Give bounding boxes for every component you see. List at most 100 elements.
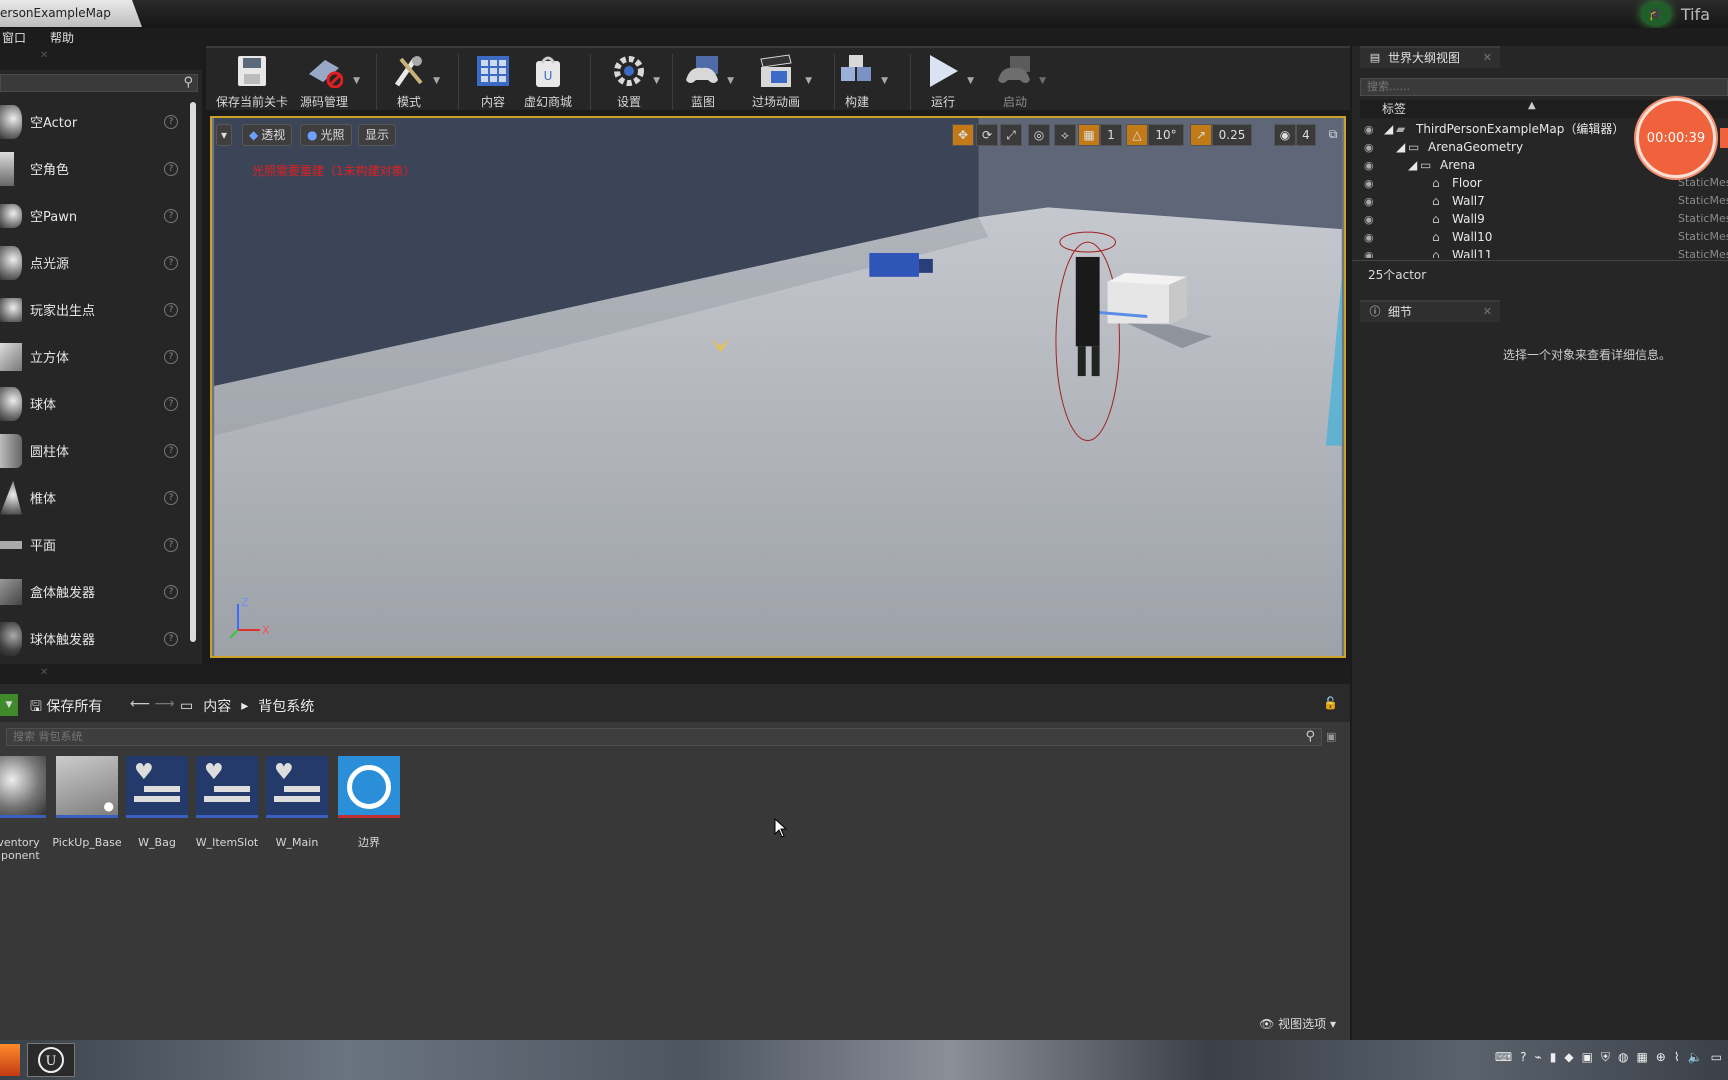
place-item-box-trigger[interactable]: 盒体触发器? [0, 568, 186, 615]
menu-window[interactable]: 窗口 [2, 29, 26, 46]
breadcrumb-separator-icon[interactable]: ▸ [241, 698, 248, 714]
tray-icon[interactable]: ⌁ [1535, 1050, 1542, 1065]
battery-icon[interactable]: ▮ [1550, 1050, 1557, 1065]
view-options-button[interactable]: 👁 视图选项 ▾ [1259, 1015, 1336, 1032]
menu-help[interactable]: 帮助 [50, 29, 74, 46]
save-search-icon[interactable]: ▣ [1326, 730, 1336, 743]
chevron-down-icon[interactable]: ▼ [1039, 76, 1046, 86]
visibility-eye-icon[interactable]: ◉ [1364, 229, 1374, 247]
keyboard-icon[interactable]: ⌨ [1495, 1050, 1512, 1065]
visibility-eye-icon[interactable]: ◉ [1364, 121, 1374, 139]
viewport-options-button[interactable]: ▾ [216, 124, 233, 146]
asset-tile[interactable]: ♥ W_Main [262, 756, 332, 849]
chevron-down-icon[interactable]: ▼ [881, 76, 888, 86]
rotate-icon[interactable]: ⟳ [976, 124, 998, 146]
blueprints-button[interactable]: 蓝图 ▼ [684, 52, 734, 110]
launch-button[interactable]: 启动 ▼ [996, 52, 1046, 110]
rotation-snap-value[interactable]: 10° [1148, 124, 1184, 146]
help-icon[interactable]: ? [164, 161, 178, 176]
gpu-icon[interactable]: ▦ [1636, 1050, 1647, 1065]
app-tray-icon[interactable]: ◆ [1564, 1050, 1573, 1065]
close-icon[interactable]: ✕ [40, 50, 48, 61]
cinematics-button[interactable]: 过场动画 ▼ [752, 52, 812, 110]
place-item-cylinder[interactable]: 圆柱体? [0, 427, 186, 474]
visibility-eye-icon[interactable]: ◉ [1364, 157, 1374, 175]
lock-icon[interactable]: 🔓 [1323, 696, 1338, 710]
tree-row[interactable]: ◉ ⌂ Wall11 StaticMes [1360, 246, 1728, 258]
place-item-empty-pawn[interactable]: 空Pawn? [0, 192, 186, 239]
build-button[interactable]: 构建 ▼ [838, 52, 888, 110]
close-icon[interactable]: ✕ [40, 667, 48, 678]
add-icon[interactable]: ⊕ [1656, 1050, 1666, 1065]
close-icon[interactable]: ✕ [1483, 48, 1492, 68]
forward-arrow-icon[interactable]: ⟶ [155, 696, 175, 712]
help-icon[interactable]: ? [164, 584, 178, 599]
asset-tile[interactable]: ♥ W_ItemSlot [192, 756, 262, 849]
sort-ascending-icon[interactable]: ▲ [1528, 97, 1536, 115]
settings-button[interactable]: 设置 ▼ [610, 52, 660, 110]
expand-arrow-icon[interactable]: ◢ [1384, 120, 1393, 138]
camera-speed-value[interactable]: 4 [1296, 124, 1316, 146]
help-icon[interactable]: ? [164, 114, 178, 129]
place-search-input[interactable]: ⚲ [0, 74, 198, 92]
chevron-down-icon[interactable]: ▼ [727, 76, 734, 86]
help-icon[interactable]: ? [164, 490, 178, 505]
place-item-player-start[interactable]: 玩家出生点? [0, 286, 186, 333]
chevron-down-icon[interactable]: ▼ [967, 76, 974, 86]
help-icon[interactable]: ? [164, 302, 178, 317]
world-globe-icon[interactable]: ◎ [1028, 124, 1050, 146]
save-current-button[interactable]: 保存当前关卡 [216, 52, 288, 110]
grid-size-value[interactable]: 1 [1100, 124, 1122, 146]
breadcrumb-content[interactable]: 内容 [203, 696, 231, 716]
place-item-cone[interactable]: 椎体? [0, 474, 186, 521]
visibility-eye-icon[interactable]: ◉ [1364, 175, 1374, 193]
notification-icon[interactable]: ▭ [1711, 1050, 1722, 1065]
scale-icon[interactable]: ⤢ [1000, 124, 1022, 146]
place-item-sphere-trigger[interactable]: 球体触发器? [0, 615, 186, 662]
modes-button[interactable]: 模式 ▼ [390, 52, 440, 110]
maximize-viewport-icon[interactable]: ⧉ [1324, 124, 1342, 146]
visibility-eye-icon[interactable]: ◉ [1364, 247, 1374, 258]
graduation-cap-icon[interactable]: 🎓 [1640, 2, 1671, 26]
visibility-eye-icon[interactable]: ◉ [1364, 211, 1374, 229]
tree-row[interactable]: ◉ ⌂ Wall10 StaticMes [1360, 228, 1728, 246]
content-button[interactable]: 内容 [474, 52, 512, 110]
tree-row[interactable]: ◉ ⌂ Wall9 StaticMes [1360, 210, 1728, 228]
help-icon[interactable]: ? [164, 537, 178, 552]
visibility-eye-icon[interactable]: ◉ [1364, 139, 1374, 157]
taskbar-app-icon[interactable] [0, 1044, 20, 1076]
screen-recorder-timer[interactable]: 00:00:39 [1636, 98, 1716, 178]
volume-icon[interactable]: 🔈 [1688, 1050, 1703, 1065]
tab-world-outliner[interactable]: ▤ 世界大纲视图 ✕ [1360, 46, 1500, 68]
grid-snap-icon[interactable]: ▦ [1078, 124, 1100, 146]
place-item-empty-actor[interactable]: 空Actor? [0, 98, 186, 145]
asset-tile[interactable]: nventory mponent [0, 756, 50, 862]
level-tab[interactable]: ersonExampleMap [0, 0, 142, 27]
show-button[interactable]: 显示 [358, 124, 397, 146]
save-all-button[interactable]: 🖫 保存所有 [30, 696, 102, 720]
help-icon[interactable]: ? [164, 396, 178, 411]
chevron-down-icon[interactable]: ▼ [353, 76, 360, 86]
wechat-icon[interactable]: ◍ [1618, 1050, 1628, 1065]
help-icon[interactable]: ? [164, 208, 178, 223]
close-icon[interactable]: ✕ [1483, 302, 1492, 322]
network-icon[interactable]: ⌇ [1674, 1050, 1680, 1065]
asset-tile[interactable]: 边界 [334, 756, 404, 849]
play-button[interactable]: 运行 ▼ [924, 52, 974, 110]
scale-snap-icon[interactable]: ↗ [1190, 124, 1212, 146]
add-new-button[interactable]: ▼ [0, 694, 18, 716]
place-item-plane[interactable]: 平面? [0, 521, 186, 568]
chevron-down-icon[interactable]: ▼ [433, 76, 440, 86]
asset-tile[interactable]: ♥ W_Bag [122, 756, 192, 849]
help-icon[interactable]: ? [164, 631, 178, 646]
asset-tile[interactable]: ● PickUp_Base [52, 756, 122, 849]
rotation-snap-icon[interactable]: △ [1126, 124, 1148, 146]
outliner-search-input[interactable]: 搜索...... [1360, 78, 1728, 96]
source-control-button[interactable]: 源码管理 ▼ [300, 52, 360, 110]
place-item-empty-character[interactable]: 空角色? [0, 145, 186, 192]
search-icon[interactable]: ⚲ [1305, 729, 1315, 745]
ime-icon[interactable]: ▣ [1582, 1050, 1593, 1065]
translate-icon[interactable]: ✥ [952, 124, 974, 146]
shield-icon[interactable]: ⛨ [1601, 1050, 1610, 1065]
help-icon[interactable]: ? [164, 255, 178, 270]
